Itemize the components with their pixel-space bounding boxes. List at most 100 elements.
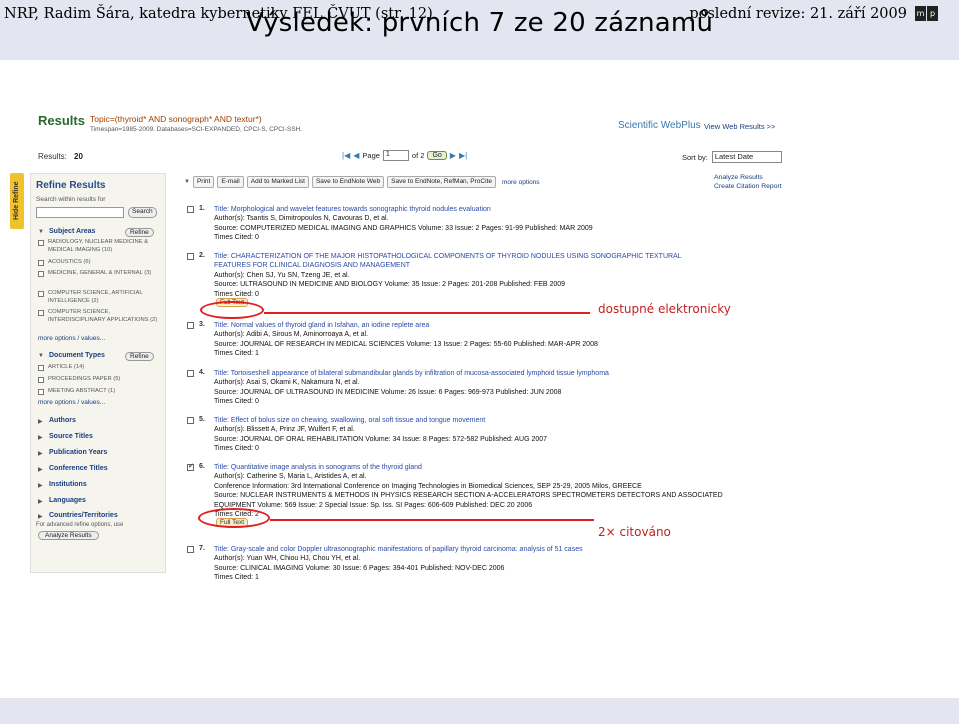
save-endnote-refman-button[interactable]: Save to EndNote, RefMan, ProCite <box>387 176 496 188</box>
record-source: Source: CLINICAL IMAGING Volume: 30 Issu… <box>214 564 505 572</box>
doctype-checkbox[interactable] <box>38 389 44 395</box>
record-source: Source: JOURNAL OF RESEARCH IN MEDICAL S… <box>214 340 598 348</box>
hide-refine-tab[interactable]: Hide Refine <box>10 173 24 229</box>
expand-icon[interactable]: ▶ <box>38 482 43 489</box>
document-types-title[interactable]: Document Types <box>49 352 105 359</box>
output-toolbar: ▼ Print E-mail Add to Marked List Save t… <box>184 176 540 188</box>
record-number: 2. <box>199 252 205 259</box>
record-source: Source: JOURNAL OF ULTRASOUND IN MEDICIN… <box>214 388 562 396</box>
record-number: 7. <box>199 545 205 552</box>
facet-institutions[interactable]: Institutions <box>49 481 87 488</box>
facet-authors[interactable]: Authors <box>49 417 76 424</box>
record-source: Source: ULTRASOUND IN MEDICINE AND BIOLO… <box>214 281 566 289</box>
record-authors: Author(s): Blissett A, Prinz JF, Wulfert… <box>214 426 355 434</box>
search-within-label: Search within results for <box>36 196 106 203</box>
expand-icon[interactable]: ▼ <box>38 353 44 359</box>
refine-doctype-button[interactable]: Refine <box>125 352 154 361</box>
record-checkbox[interactable] <box>187 462 194 471</box>
record-source: Conference Information: 3rd Internationa… <box>214 482 642 490</box>
record-authors: Author(s): Adibi A, Sirous M, Aminorroay… <box>214 331 369 339</box>
doctype-checkbox[interactable] <box>38 365 44 371</box>
wos-screenshot: Results Topic=(thyroid* AND sonograph* A… <box>2 103 806 591</box>
select-arrow-icon[interactable]: ▼ <box>184 179 190 185</box>
facet-countries[interactable]: Countries/Territories <box>49 512 118 519</box>
record-title[interactable]: Title: Morphological and wavelet feature… <box>214 205 491 214</box>
record-number: 5. <box>199 416 205 423</box>
right-links: Analyze Results Create Citation Report <box>714 173 782 191</box>
record-title[interactable]: Title: Tortoiseshell appearance of bilat… <box>214 369 609 378</box>
expand-icon[interactable]: ▶ <box>38 418 43 425</box>
results-count: 20 <box>74 152 83 161</box>
first-page-icon[interactable]: |◀ <box>342 151 350 160</box>
prev-page-icon[interactable]: ◀ <box>353 151 359 160</box>
analyze-results-link[interactable]: Analyze Results <box>714 173 782 182</box>
expand-icon[interactable]: ▶ <box>38 466 43 473</box>
next-page-icon[interactable]: ▶ <box>450 151 456 160</box>
page-input[interactable]: 1 <box>382 150 409 161</box>
record-title[interactable]: FEATURES FOR CLINICAL DIAGNOSIS AND MANA… <box>214 261 410 270</box>
record-authors: Author(s): Catherine S, Maria L, Aristid… <box>214 473 367 481</box>
facet-source-titles[interactable]: Source Titles <box>49 433 93 440</box>
sort-select[interactable]: Latest Date <box>711 151 782 163</box>
facet-languages[interactable]: Languages <box>49 497 86 504</box>
record-title[interactable]: Title: CHARACTERIZATION OF THE MAJOR HIS… <box>214 252 682 261</box>
subject-checkbox[interactable] <box>38 310 44 316</box>
of-pages-label: of 2 <box>411 151 425 160</box>
record-title[interactable]: Title: Quantitative image analysis in so… <box>214 463 422 472</box>
footer-left: NRP, Radim Šára, katedra kybernetiky FEL… <box>4 6 433 22</box>
email-button[interactable]: E-mail <box>217 176 244 188</box>
record-checkbox[interactable] <box>187 206 194 213</box>
refine-subject-button[interactable]: Refine <box>125 228 154 237</box>
subject-checkbox[interactable] <box>38 291 44 297</box>
subject-item: MEDICINE, GENERAL & INTERNAL (3) <box>48 270 152 276</box>
search-within-input[interactable] <box>36 207 124 218</box>
doctype-checkbox[interactable] <box>38 377 44 383</box>
page-label: Page <box>362 151 380 160</box>
subject-checkbox[interactable] <box>38 240 44 246</box>
view-web-results-link[interactable]: View Web Results >> <box>704 122 775 131</box>
expand-icon[interactable]: ▶ <box>38 450 43 457</box>
print-button[interactable]: Print <box>192 176 215 188</box>
save-endnote-web-button[interactable]: Save to EndNote Web <box>311 176 385 188</box>
record-checkbox[interactable] <box>187 546 194 553</box>
record-number: 3. <box>199 321 205 328</box>
facet-publication-years[interactable]: Publication Years <box>49 449 107 456</box>
more-options-link[interactable]: more options <box>502 179 540 186</box>
more-options-link[interactable]: more options / values... <box>38 335 105 342</box>
expand-icon[interactable]: ▶ <box>38 498 43 505</box>
subject-item: ACOUSTICS (6) <box>48 259 91 265</box>
go-button[interactable]: Go <box>427 151 447 160</box>
analyze-results-button[interactable]: Analyze Results <box>38 531 99 540</box>
cmp-logo: m p <box>915 6 951 21</box>
subject-item: COMPUTER SCIENCE, INTERDISCIPLINARY APPL… <box>48 309 158 323</box>
record-authors: Author(s): Yuan WH, Chiou HJ, Chou YH, e… <box>214 555 361 563</box>
search-within-button[interactable]: Search <box>128 207 157 218</box>
more-options-link[interactable]: more options / values... <box>38 399 105 406</box>
query-timespan: Timespan=1985-2009. Databases=SCI-EXPAND… <box>90 126 303 133</box>
record-authors: Author(s): Tsantis S, Dimitropoulos N, C… <box>214 215 389 223</box>
record-source: EQUIPMENT Volume: 569 Issue: 2 Special I… <box>214 501 533 509</box>
record-title[interactable]: Title: Effect of bolus size on chewing, … <box>214 416 485 425</box>
record-checkbox[interactable] <box>187 417 194 424</box>
expand-icon[interactable]: ▼ <box>38 229 44 235</box>
add-marked-list-button[interactable]: Add to Marked List <box>246 176 309 188</box>
record-checkbox[interactable] <box>187 322 194 329</box>
record-times-cited: Times Cited: 0 <box>214 445 259 453</box>
subject-areas-title[interactable]: Subject Areas <box>49 228 95 235</box>
pager: |◀ ◀ Page 1 of 2 Go ▶ ▶| <box>342 150 467 161</box>
fulltext-highlight-ring <box>200 301 264 319</box>
last-page-icon[interactable]: ▶| <box>459 151 467 160</box>
subject-checkbox[interactable] <box>38 260 44 266</box>
sort-label: Sort by: <box>682 152 708 162</box>
record-number: 6. <box>199 463 205 470</box>
record-checkbox[interactable] <box>187 253 194 260</box>
citation-report-link[interactable]: Create Citation Report <box>714 182 782 191</box>
record-title[interactable]: Title: Normal values of thyroid gland in… <box>214 321 429 330</box>
facet-conference-titles[interactable]: Conference Titles <box>49 465 108 472</box>
subject-item: RADIOLOGY, NUCLEAR MEDICINE & MEDICAL IM… <box>48 239 149 253</box>
expand-icon[interactable]: ▶ <box>38 434 43 441</box>
record-title[interactable]: Title: Gray-scale and color Doppler ultr… <box>214 545 583 554</box>
expand-icon[interactable]: ▶ <box>38 513 43 520</box>
subject-checkbox[interactable] <box>38 271 44 277</box>
record-checkbox[interactable] <box>187 370 194 377</box>
